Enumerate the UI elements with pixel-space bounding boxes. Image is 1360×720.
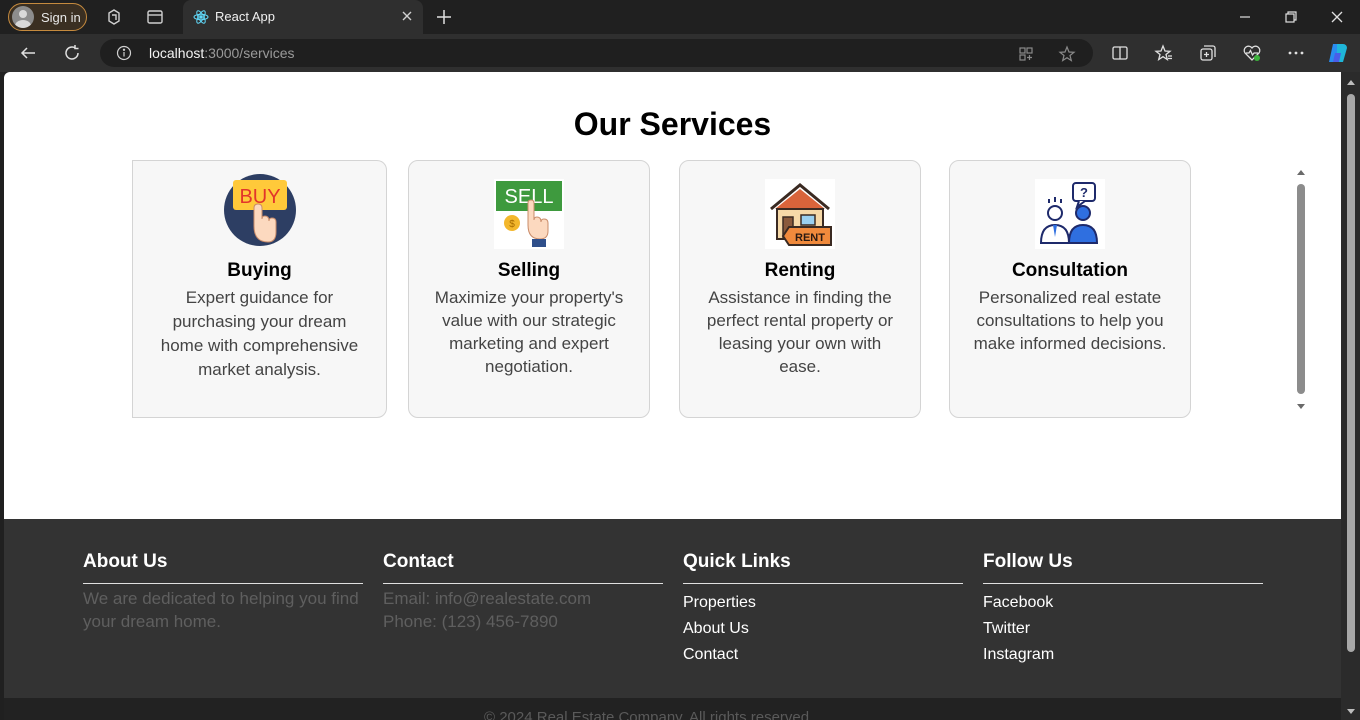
browser-essentials-icon[interactable] (1242, 43, 1262, 63)
footer-contact-phone: Phone: (123) 456-7890 (383, 612, 558, 631)
page-scroll-thumb[interactable] (1347, 94, 1355, 652)
site-info-icon[interactable] (116, 45, 132, 61)
quick-link-contact[interactable]: Contact (683, 642, 963, 668)
footer-about-heading: About Us (83, 551, 363, 584)
svg-text:?: ? (1080, 185, 1088, 200)
footer-contact-heading: Contact (383, 551, 663, 584)
card-title: Buying (227, 260, 292, 281)
scroll-down-arrow-icon[interactable] (1296, 403, 1306, 411)
browser-tab-bar: Sign in React App (0, 0, 1360, 34)
service-card-consultation: ? Consultation Personalized real estate … (949, 160, 1191, 418)
split-screen-icon[interactable] (1110, 43, 1130, 63)
quick-link-about-us[interactable]: About Us (683, 616, 963, 642)
page-viewport: Our Services BUY Buying Expert guidance … (4, 72, 1341, 720)
close-window-icon[interactable] (1328, 8, 1346, 26)
footer-follow-us: Follow Us Facebook Twitter Instagram (983, 551, 1263, 668)
card-description: Maximize your property's value with our … (434, 288, 624, 376)
active-tab[interactable]: React App (183, 0, 423, 34)
card-title: Consultation (1011, 260, 1129, 281)
footer-contact: Contact Email: info@realestate.com Phone… (383, 551, 663, 633)
services-list-scroll-thumb[interactable] (1297, 184, 1305, 394)
sell-sign-icon: SELL $ (494, 179, 564, 249)
page-scroll-down-icon[interactable] (1346, 708, 1356, 716)
card-title: Selling (497, 260, 561, 281)
favorite-star-icon[interactable] (1058, 45, 1076, 63)
scroll-up-arrow-icon[interactable] (1296, 168, 1306, 176)
refresh-icon[interactable] (62, 43, 82, 63)
page-scrollbar[interactable] (1341, 72, 1360, 720)
buy-sign-icon: BUY (223, 174, 296, 246)
copilot-icon[interactable] (1326, 41, 1350, 65)
site-footer: About Us We are dedicated to helping you… (4, 519, 1341, 720)
collections-icon[interactable] (1198, 43, 1218, 63)
copyright-bar: © 2024 Real Estate Company. All rights r… (4, 698, 1341, 720)
url-host: localhost (149, 45, 205, 61)
workspaces-icon[interactable] (104, 7, 124, 27)
footer-about: About Us We are dedicated to helping you… (83, 551, 363, 633)
house-rent-icon: RENT (765, 179, 835, 249)
card-description: Expert guidance for purchasing your drea… (160, 288, 359, 379)
service-card-selling: SELL $ Selling Maximize your property's … (408, 160, 650, 418)
close-tab-icon[interactable] (399, 8, 415, 24)
svg-text:$: $ (509, 219, 515, 230)
minimize-icon[interactable] (1236, 8, 1254, 26)
services-list-scrollbar[interactable] (1294, 164, 1308, 414)
card-title: Renting (764, 260, 836, 281)
sign-in-button[interactable]: Sign in (8, 3, 87, 31)
service-card-renting: RENT Renting Assistance in finding the p… (679, 160, 921, 418)
card-description: Personalized real estate consultations t… (973, 288, 1167, 353)
copyright-text: © 2024 Real Estate Company. All rights r… (484, 709, 814, 720)
new-tab-icon[interactable] (434, 7, 454, 27)
app-available-icon[interactable] (1017, 45, 1035, 63)
footer-contact-email: Email: info@realestate.com (383, 589, 592, 608)
address-bar[interactable]: localhost:3000/services (100, 39, 1093, 67)
footer-about-text: We are dedicated to helping you find you… (83, 589, 359, 631)
footer-quick-links-heading: Quick Links (683, 551, 963, 584)
url-path: :3000/services (204, 45, 295, 61)
footer-follow-heading: Follow Us (983, 551, 1263, 584)
social-link-instagram[interactable]: Instagram (983, 642, 1263, 668)
rent-sign-text: RENT (795, 232, 825, 244)
profile-avatar-icon (12, 6, 34, 28)
back-icon[interactable] (18, 43, 38, 63)
favorites-icon[interactable] (1154, 43, 1174, 63)
sign-in-label: Sign in (41, 9, 81, 25)
page-scroll-up-icon[interactable] (1346, 78, 1356, 86)
url-text: localhost:3000/services (149, 45, 295, 61)
consultation-people-icon: ? (1035, 179, 1105, 249)
tab-title: React App (215, 9, 275, 24)
page-title: Our Services (573, 106, 772, 142)
react-logo-icon (193, 10, 209, 24)
quick-link-properties[interactable]: Properties (683, 590, 963, 616)
social-link-facebook[interactable]: Facebook (983, 590, 1263, 616)
browser-toolbar: localhost:3000/services (0, 34, 1360, 72)
tab-actions-icon[interactable] (145, 7, 165, 27)
more-options-icon[interactable] (1286, 43, 1306, 63)
footer-quick-links: Quick Links Properties About Us Contact (683, 551, 963, 668)
restore-icon[interactable] (1282, 8, 1300, 26)
social-links-list: Facebook Twitter Instagram (983, 590, 1263, 668)
service-card-buying: BUY Buying Expert guidance for purchasin… (132, 160, 387, 418)
quick-links-list: Properties About Us Contact (683, 590, 963, 668)
card-description: Assistance in finding the perfect rental… (706, 288, 894, 376)
social-link-twitter[interactable]: Twitter (983, 616, 1263, 642)
